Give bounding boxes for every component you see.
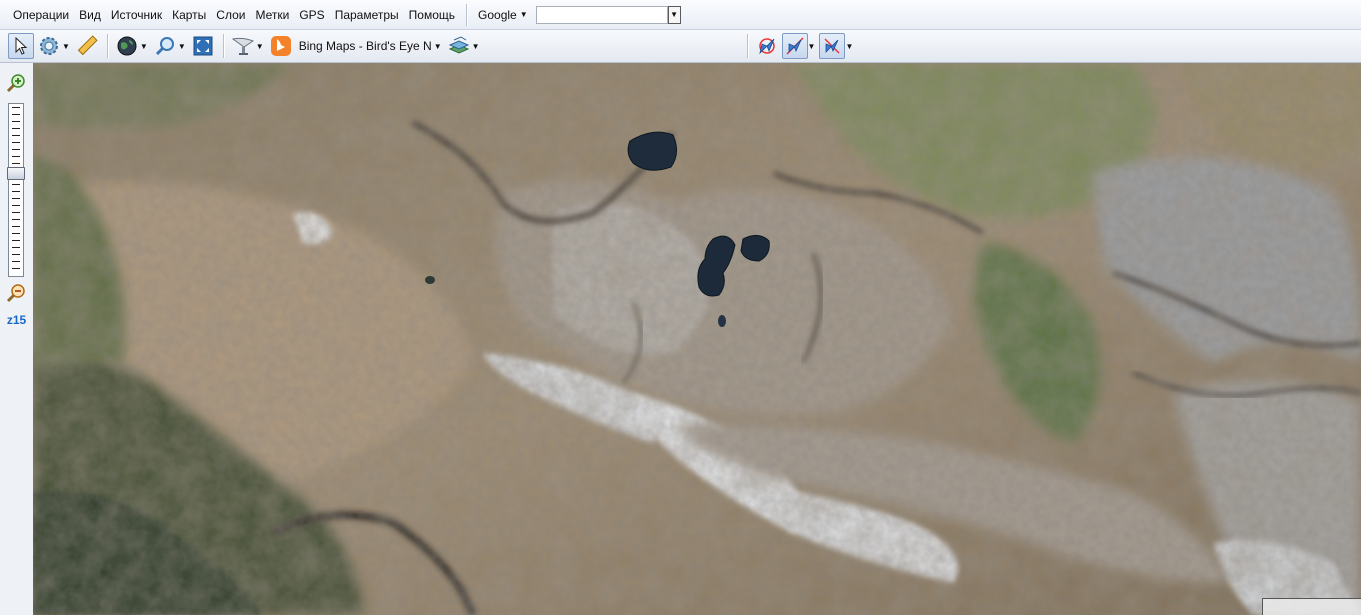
menu-maps[interactable]: Карты: [167, 0, 211, 30]
map-source-button[interactable]: [268, 33, 294, 59]
zoom-slider-tick: [12, 128, 20, 129]
chevron-down-icon[interactable]: ▼: [808, 42, 816, 51]
menu-view[interactable]: Вид: [74, 0, 106, 30]
satellite-imagery: [33, 63, 1361, 615]
select-tool-button[interactable]: [8, 33, 34, 59]
zoom-slider-tick: [12, 226, 20, 227]
chevron-down-icon[interactable]: ▼: [845, 42, 853, 51]
toolbar-separator: [106, 34, 109, 58]
chevron-down-icon[interactable]: ▼: [178, 42, 186, 51]
gps-center-button[interactable]: [781, 33, 808, 59]
menu-bar: Операции Вид Источник Карты Слои Метки G…: [0, 0, 1361, 30]
chevron-down-icon[interactable]: ▼: [472, 42, 480, 51]
settings-tool-button[interactable]: [36, 33, 62, 59]
scale-bar: [1262, 598, 1361, 615]
search-input[interactable]: [535, 5, 668, 24]
bing-icon: [270, 36, 291, 56]
zoom-slider-tick: [12, 219, 20, 220]
menu-separator: [466, 3, 469, 26]
gps-follow-icon: [758, 38, 775, 55]
zoom-slider-tick: [12, 184, 20, 185]
zoom-slider-tick: [12, 268, 20, 269]
zoom-slider-tick: [12, 233, 20, 234]
zoom-level-label: z15: [6, 313, 27, 327]
menu-layers[interactable]: Слои: [211, 0, 250, 30]
chevron-down-icon[interactable]: ▼: [62, 42, 70, 51]
menu-marks[interactable]: Метки: [250, 0, 294, 30]
chevron-down-icon[interactable]: ▼: [140, 42, 148, 51]
map-source-label[interactable]: Bing Maps - Bird's Eye N: [299, 39, 432, 53]
zoom-out-icon[interactable]: [6, 283, 26, 303]
globe-icon: [117, 36, 137, 56]
layers-icon: [448, 36, 469, 54]
chevron-down-icon[interactable]: ▼: [434, 42, 442, 51]
zoom-slider-tick: [12, 121, 20, 122]
fullscreen-icon: [193, 36, 213, 56]
gps-center-icon: [786, 37, 804, 55]
gear-icon: [40, 37, 58, 55]
fullscreen-button[interactable]: [190, 33, 216, 59]
zoom-slider-tick: [12, 142, 20, 143]
menu-help[interactable]: Помощь: [404, 0, 460, 30]
search-provider-dropdown[interactable]: Google ▼: [474, 8, 532, 22]
zoom-tool-button[interactable]: [152, 33, 178, 59]
gps-track-button[interactable]: [819, 33, 846, 59]
search-history-dropdown[interactable]: ▼: [667, 5, 681, 24]
zoom-slider-tick: [12, 135, 20, 136]
magnifier-icon: [155, 37, 174, 56]
satellite-dish-icon: [231, 37, 254, 55]
menu-gps[interactable]: GPS: [294, 0, 329, 30]
zoom-in-icon[interactable]: [6, 73, 26, 93]
zoom-slider-tick: [12, 240, 20, 241]
menu-operations[interactable]: Операции: [8, 0, 74, 30]
gps-follow-button[interactable]: [754, 33, 780, 59]
zoom-slider-tick: [12, 212, 20, 213]
zoom-slider-tick: [12, 156, 20, 157]
zoom-slider-tick: [12, 247, 20, 248]
select-arrow-icon: [15, 37, 28, 55]
zoom-slider-tick: [12, 205, 20, 206]
zoom-slider-tick: [12, 107, 20, 108]
zoom-slider-tick: [12, 261, 20, 262]
zoom-slider-tick: [12, 198, 20, 199]
ruler-tool-button[interactable]: [74, 33, 100, 59]
zoom-slider-tick: [12, 114, 20, 115]
chevron-down-icon: ▼: [519, 10, 528, 19]
toolbar-separator: [746, 34, 749, 58]
globe-tool-button[interactable]: [114, 33, 140, 59]
chevron-down-icon[interactable]: ▼: [256, 42, 264, 51]
zoom-slider-tick: [12, 163, 20, 164]
toolbar-separator: [222, 34, 225, 58]
zoom-slider-tick: [12, 191, 20, 192]
zoom-slider-tick: [12, 254, 20, 255]
menu-settings[interactable]: Параметры: [330, 0, 404, 30]
map-view[interactable]: [33, 63, 1361, 615]
zoom-slider-tick: [12, 149, 20, 150]
zoom-slider-thumb[interactable]: [7, 167, 25, 180]
ruler-icon: [77, 35, 98, 56]
gps-track-icon: [824, 38, 840, 54]
zoom-slider[interactable]: [7, 103, 25, 277]
zoom-panel: z15: [0, 63, 34, 615]
layers-button[interactable]: [446, 33, 472, 59]
menu-source[interactable]: Источник: [106, 0, 167, 30]
source-mode-button[interactable]: [230, 33, 256, 59]
main-toolbar: ▼ ▼ ▼ ▼ Bing Maps - Bird's Eye N ▼ ▼ ▼ ▼: [0, 30, 1361, 63]
search-provider-label: Google: [478, 7, 517, 22]
zoom-slider-scale: [12, 107, 20, 273]
